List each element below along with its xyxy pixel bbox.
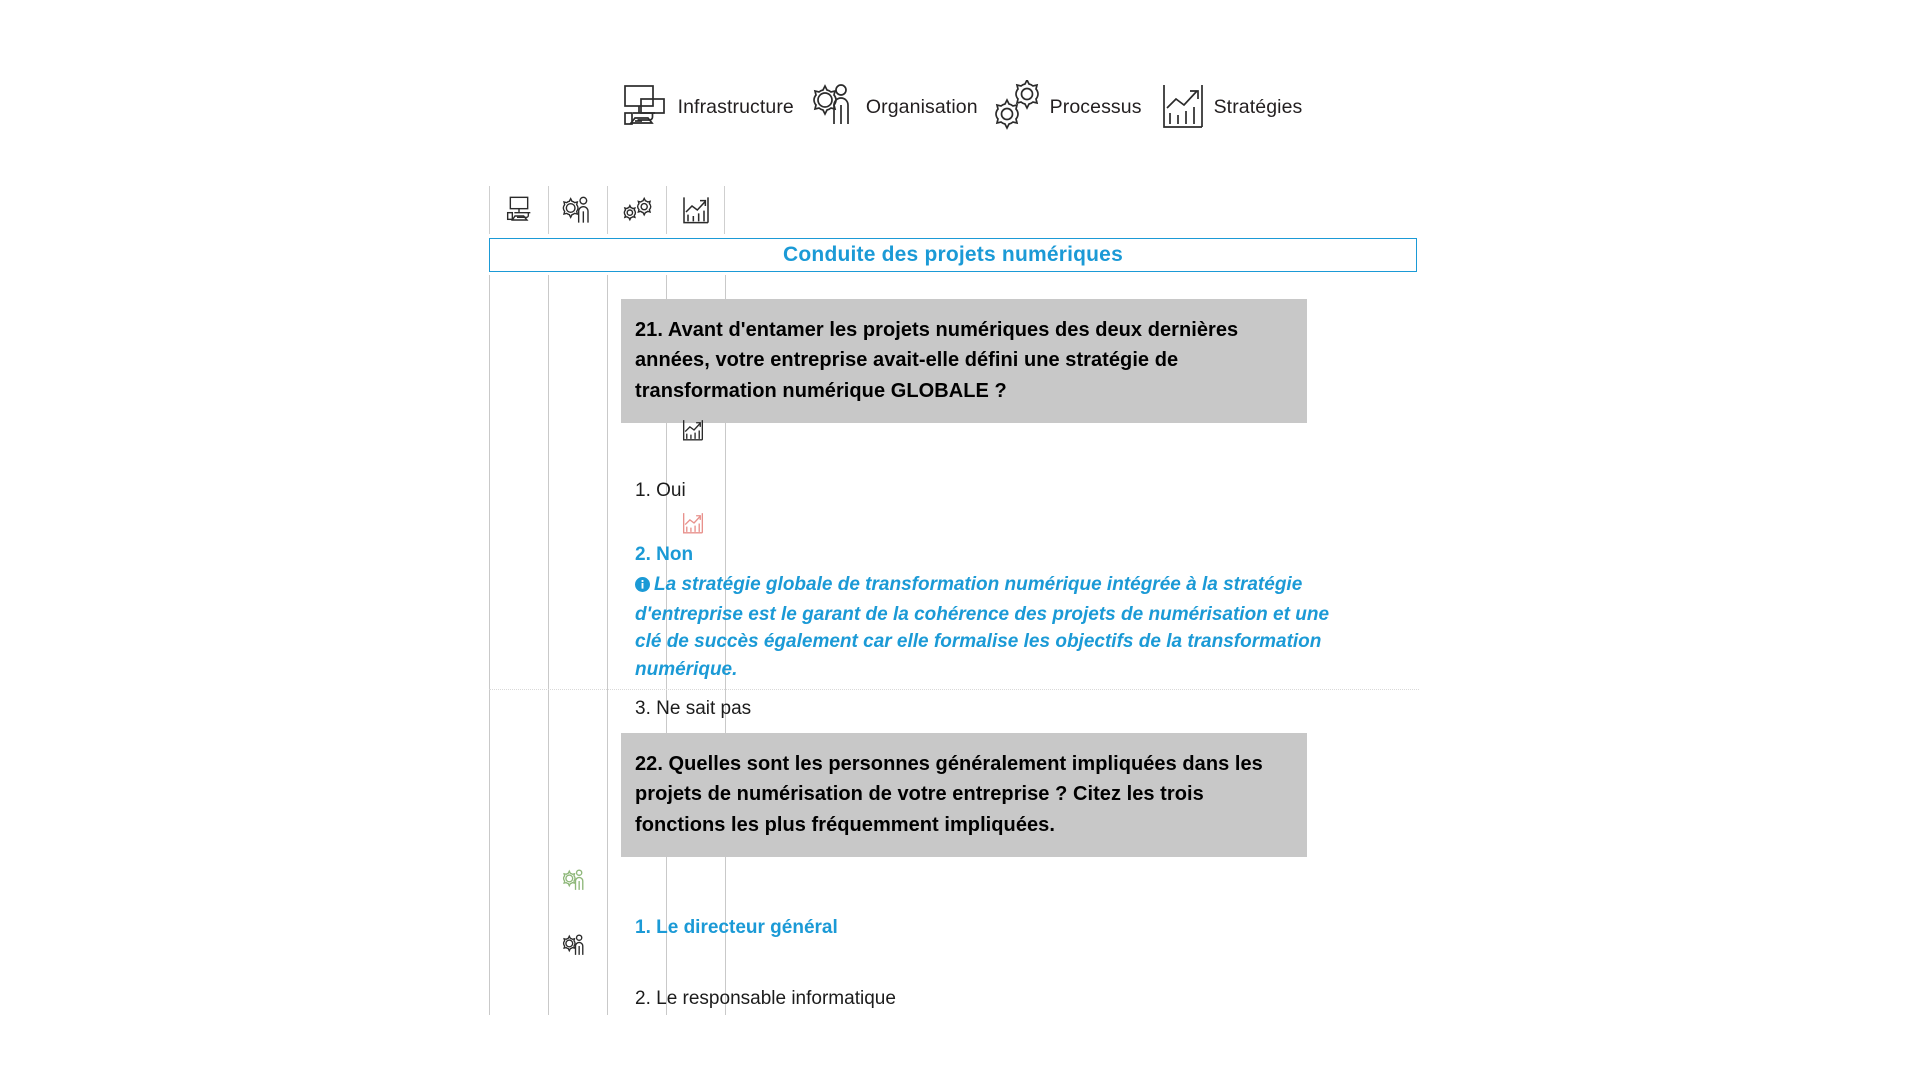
column-header-strategies[interactable] [666,186,725,234]
column-header-processus[interactable] [607,186,666,234]
legend-item-processus: Processus [990,78,1142,136]
table-header-row [489,186,1419,234]
question-block: 22. Quelles sont les personnes généralem… [621,715,1421,1013]
legend-item-organisation: Organisation [806,78,978,136]
legend-label: Infrastructure [677,95,794,118]
infrastructure-icon [499,190,539,230]
answer-info-note: La stratégie globale de transformation n… [621,571,1335,683]
answer-option-selected[interactable]: 1. Le directeur général [621,914,1421,943]
grid-column-line [607,275,608,1015]
gutter-icon-strategies-dark [676,413,710,447]
strategies-icon [676,190,716,230]
legend-label: Stratégies [1213,95,1303,118]
legend: Infrastructure Organisation Processus St… [0,78,1920,136]
question-grid: 21. Avant d'entamer les projets numériqu… [489,275,1419,1015]
section-banner: Conduite des projets numériques [489,238,1417,272]
strategies-icon [1154,78,1212,136]
column-header-infrastructure[interactable] [489,186,548,234]
question-block: 21. Avant d'entamer les projets numériqu… [621,275,1421,724]
answer-option[interactable]: 2. Le responsable informatique [621,985,1421,1014]
gutter-icon-organisation-green [558,863,592,897]
legend-label: Processus [1049,95,1142,118]
section-title: Conduite des projets numériques [783,243,1123,266]
question-text: 22. Quelles sont les personnes généralem… [621,733,1307,858]
grid-column-line [489,275,490,1015]
column-header-organisation[interactable] [548,186,607,234]
question-text: 21. Avant d'entamer les projets numériqu… [621,299,1307,424]
answer-option-selected[interactable]: 2. Non [621,541,1421,570]
gutter-icon-strategies-red [676,506,710,540]
organisation-icon [558,190,598,230]
organisation-icon [806,78,864,136]
legend-label: Organisation [865,95,978,118]
legend-item-infrastructure: Infrastructure [618,78,794,136]
gutter-icon-organisation-dark [558,928,592,962]
grid-column-line [548,275,549,1015]
legend-item-strategies: Stratégies [1154,78,1303,136]
info-text: La stratégie globale de transformation n… [635,574,1330,680]
info-icon [635,573,650,601]
column-header-icons [489,186,1419,234]
processus-icon [990,78,1048,136]
processus-icon [617,190,657,230]
infrastructure-icon [618,78,676,136]
answer-option[interactable]: 1. Oui [621,477,1421,506]
